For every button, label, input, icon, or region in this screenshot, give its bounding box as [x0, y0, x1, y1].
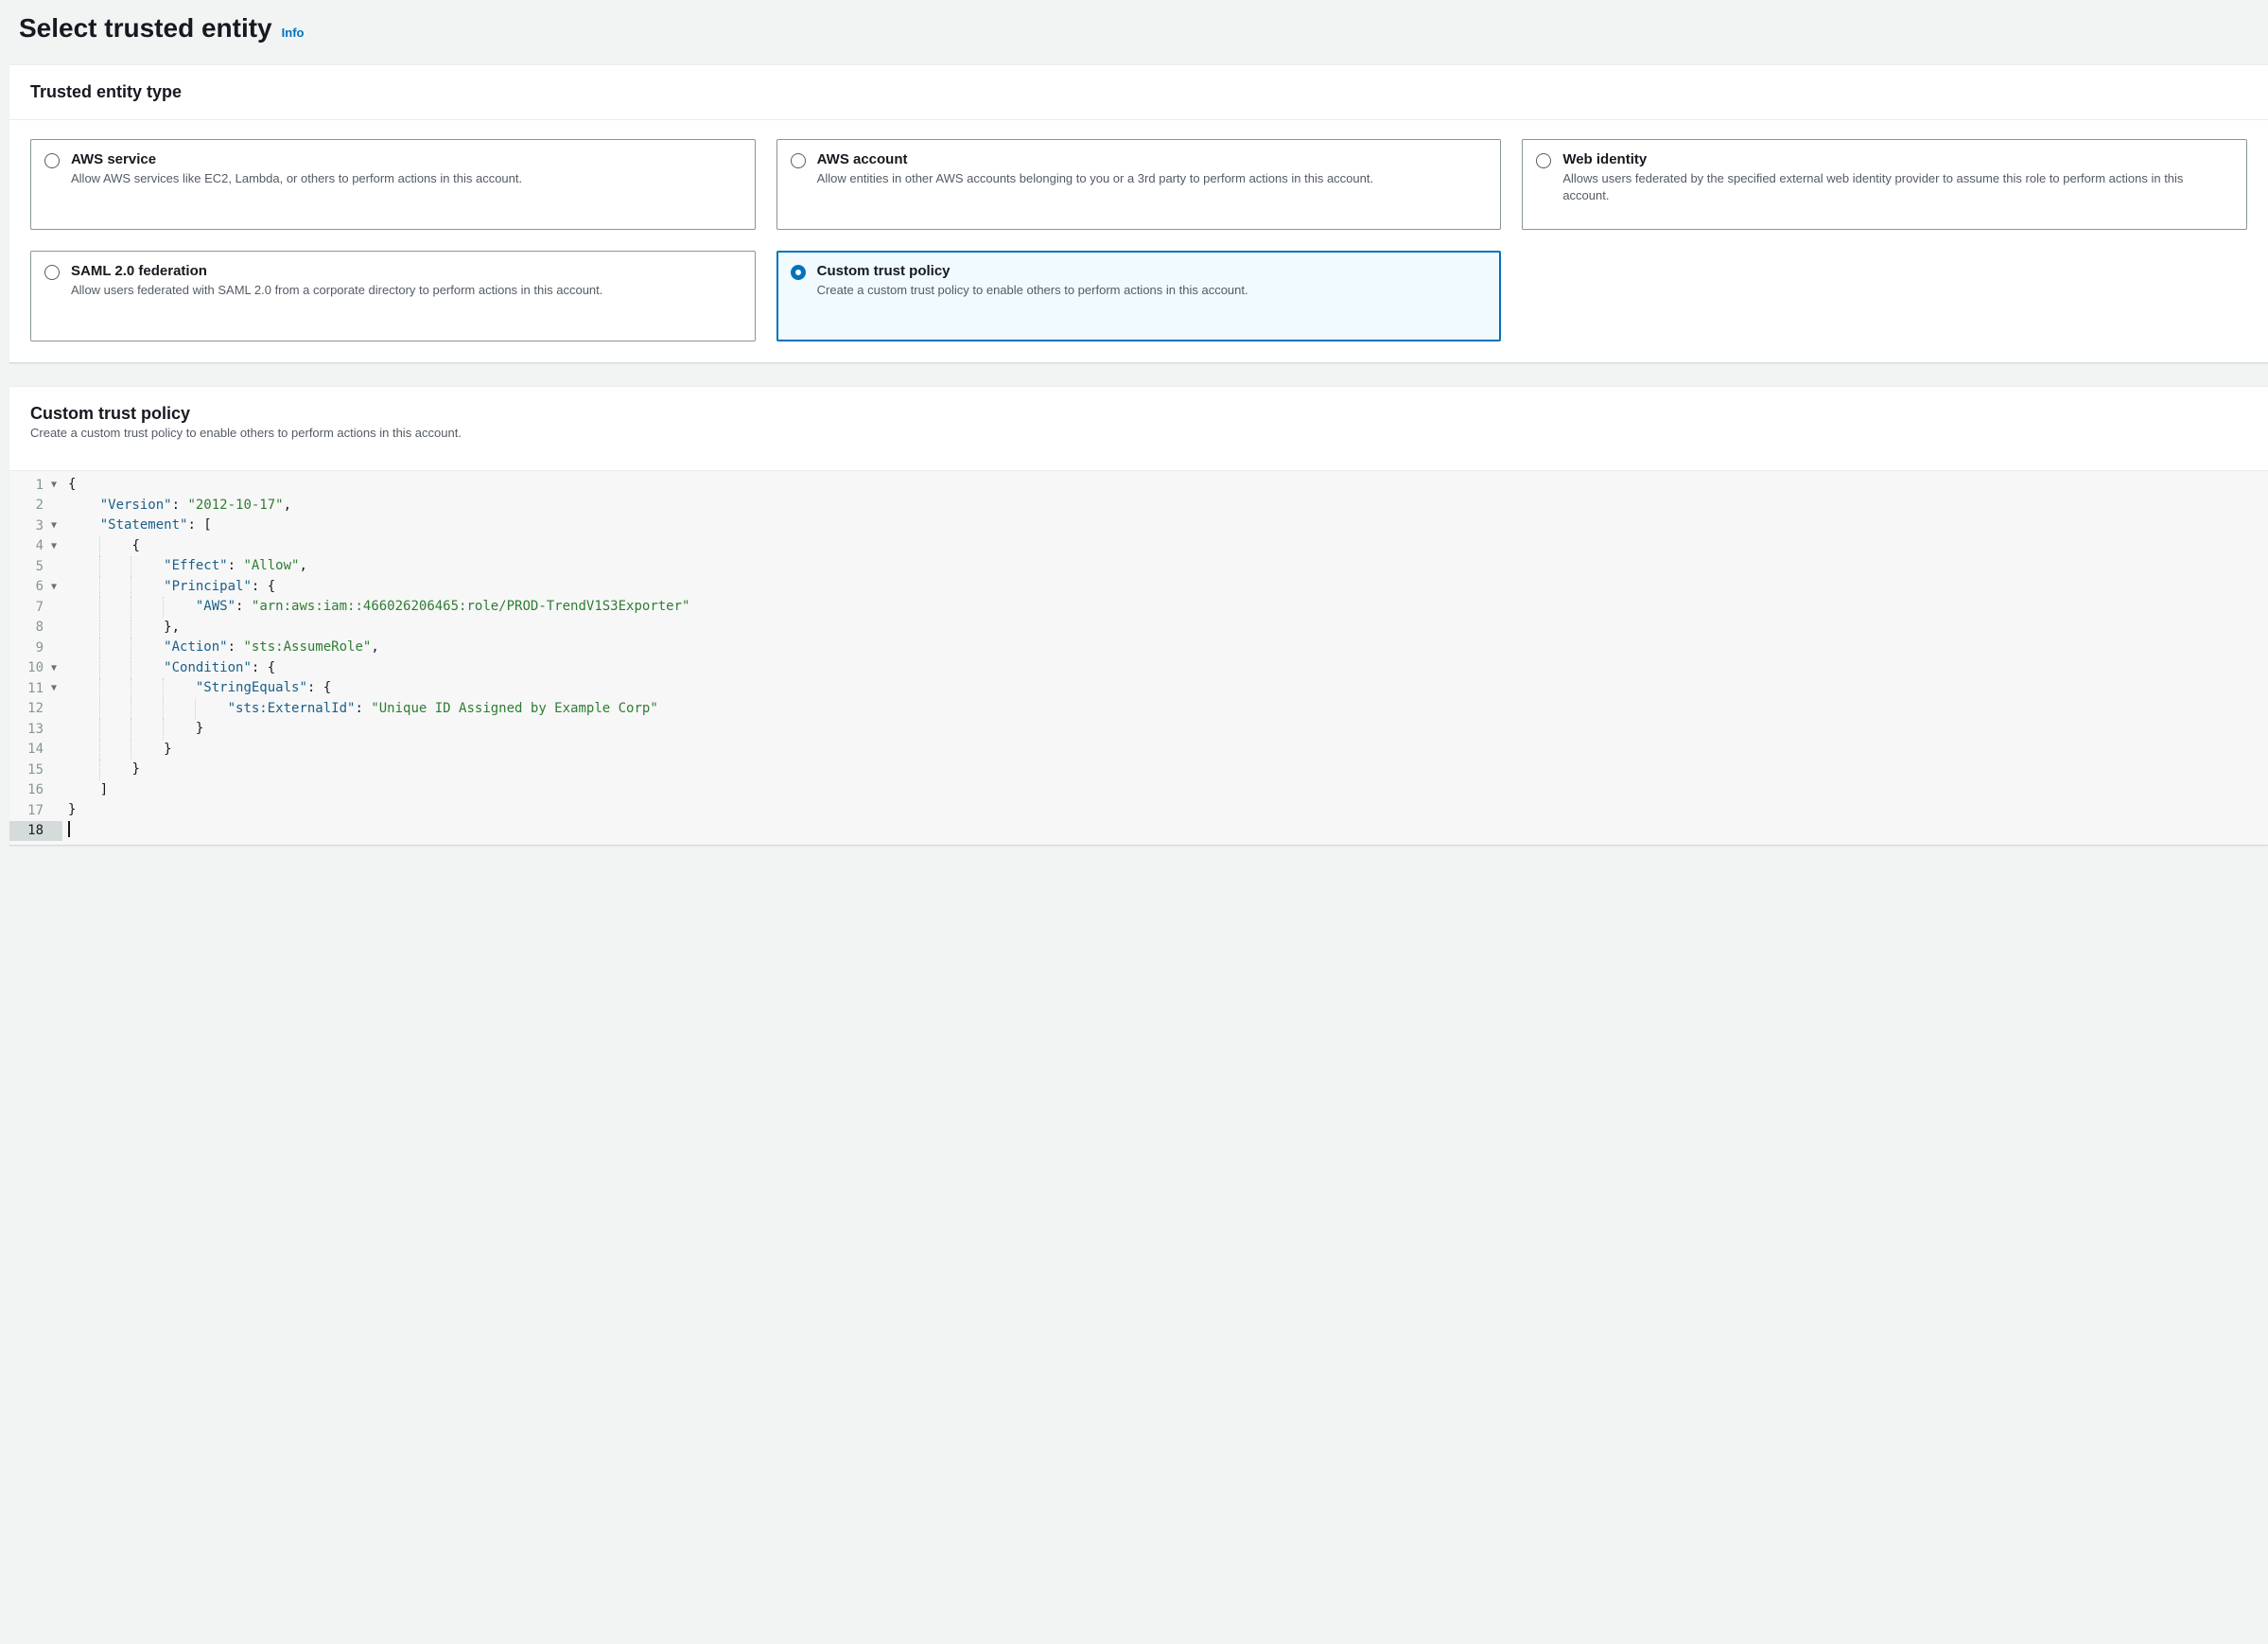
trusted-entity-panel-body: AWS service Allow AWS services like EC2, …: [9, 120, 2268, 362]
editor-gutter: 1▼2 3▼4▼5 6▼7 8 9 10▼11▼12 13 14 15 16 1…: [9, 471, 62, 845]
fold-toggle-icon[interactable]: ▼: [45, 577, 57, 598]
code-line[interactable]: "Version": "2012-10-17",: [68, 496, 2268, 516]
trusted-entity-panel-header: Trusted entity type: [9, 65, 2268, 120]
gutter-line: 15: [9, 760, 62, 780]
policy-json-editor[interactable]: 1▼2 3▼4▼5 6▼7 8 9 10▼11▼12 13 14 15 16 1…: [9, 470, 2268, 845]
trusted-entity-panel-title: Trusted entity type: [30, 82, 2247, 102]
entity-option-description: Allow entities in other AWS accounts bel…: [817, 170, 1488, 187]
gutter-line: 8: [9, 618, 62, 638]
fold-toggle-icon[interactable]: ▼: [45, 516, 57, 536]
entity-option-description: Allow AWS services like EC2, Lambda, or …: [71, 170, 741, 187]
code-line[interactable]: },: [68, 618, 2268, 638]
code-line[interactable]: "Principal": {: [68, 577, 2268, 598]
entity-option-custom-trust-policy[interactable]: Custom trust policy Create a custom trust…: [776, 251, 1502, 341]
entity-option-title: Web identity: [1562, 151, 2233, 167]
gutter-line: 5: [9, 556, 62, 577]
fold-toggle-icon[interactable]: ▼: [45, 678, 57, 699]
gutter-line: 11▼: [9, 678, 62, 699]
gutter-line: 1▼: [9, 475, 62, 496]
gutter-line: 14: [9, 740, 62, 761]
fold-toggle-icon[interactable]: ▼: [45, 475, 57, 496]
custom-trust-policy-header: Custom trust policy Create a custom trus…: [9, 387, 2268, 446]
code-line[interactable]: {: [68, 536, 2268, 557]
radio-icon: [1536, 153, 1551, 168]
code-line[interactable]: "Statement": [: [68, 516, 2268, 536]
gutter-line: 16: [9, 780, 62, 801]
code-line[interactable]: "Effect": "Allow",: [68, 556, 2268, 577]
custom-trust-policy-subtitle: Create a custom trust policy to enable o…: [30, 426, 2247, 440]
gutter-line: 18: [9, 821, 62, 842]
fold-toggle-icon[interactable]: ▼: [45, 536, 57, 557]
gutter-line: 17: [9, 800, 62, 821]
radio-icon: [44, 153, 60, 168]
gutter-line: 9: [9, 638, 62, 658]
code-line[interactable]: }: [68, 800, 2268, 821]
code-line[interactable]: "Action": "sts:AssumeRole",: [68, 638, 2268, 658]
entity-option-title: AWS account: [817, 151, 1488, 167]
gutter-line: 3▼: [9, 516, 62, 536]
gutter-line: 13: [9, 719, 62, 740]
code-line[interactable]: "AWS": "arn:aws:iam::466026206465:role/P…: [68, 597, 2268, 618]
code-line[interactable]: ]: [68, 780, 2268, 801]
gutter-line: 12: [9, 699, 62, 720]
entity-option-description: Allow users federated with SAML 2.0 from…: [71, 282, 741, 299]
entity-option-title: SAML 2.0 federation: [71, 263, 741, 279]
entity-option-aws-account[interactable]: AWS account Allow entities in other AWS a…: [776, 139, 1502, 230]
entity-option-web-identity[interactable]: Web identity Allows users federated by th…: [1522, 139, 2247, 230]
entity-option-description: Allows users federated by the specified …: [1562, 170, 2233, 203]
custom-trust-policy-panel: Custom trust policy Create a custom trus…: [9, 386, 2268, 846]
code-line[interactable]: [68, 821, 2268, 842]
entity-option-title: Custom trust policy: [817, 263, 1488, 279]
gutter-line: 2: [9, 496, 62, 516]
gutter-line: 4▼: [9, 536, 62, 557]
gutter-line: 6▼: [9, 577, 62, 598]
code-line[interactable]: }: [68, 719, 2268, 740]
code-line[interactable]: }: [68, 740, 2268, 761]
code-line[interactable]: }: [68, 760, 2268, 780]
code-line[interactable]: "sts:ExternalId": "Unique ID Assigned by…: [68, 699, 2268, 720]
trusted-entity-panel: Trusted entity type AWS service Allow AWS…: [9, 64, 2268, 363]
gutter-line: 7: [9, 597, 62, 618]
text-cursor: [68, 821, 70, 837]
info-link[interactable]: Info: [282, 26, 305, 40]
code-line[interactable]: {: [68, 475, 2268, 496]
entity-option-description: Create a custom trust policy to enable o…: [817, 282, 1488, 299]
custom-trust-policy-title: Custom trust policy: [30, 404, 2247, 424]
radio-icon: [791, 265, 806, 280]
radio-icon: [791, 153, 806, 168]
editor-code-area[interactable]: { "Version": "2012-10-17", "Statement": …: [62, 471, 2268, 845]
entity-type-option-grid: AWS service Allow AWS services like EC2, …: [30, 139, 2247, 341]
entity-option-title: AWS service: [71, 151, 741, 167]
fold-toggle-icon[interactable]: ▼: [45, 658, 57, 679]
entity-option-saml-federation[interactable]: SAML 2.0 federation Allow users federated…: [30, 251, 756, 341]
gutter-line: 10▼: [9, 658, 62, 679]
page-header: Select trusted entity Info: [0, 0, 2268, 64]
code-line[interactable]: "StringEquals": {: [68, 678, 2268, 699]
page-title: Select trusted entity: [19, 13, 272, 44]
entity-option-aws-service[interactable]: AWS service Allow AWS services like EC2, …: [30, 139, 756, 230]
code-line[interactable]: "Condition": {: [68, 658, 2268, 679]
radio-icon: [44, 265, 60, 280]
